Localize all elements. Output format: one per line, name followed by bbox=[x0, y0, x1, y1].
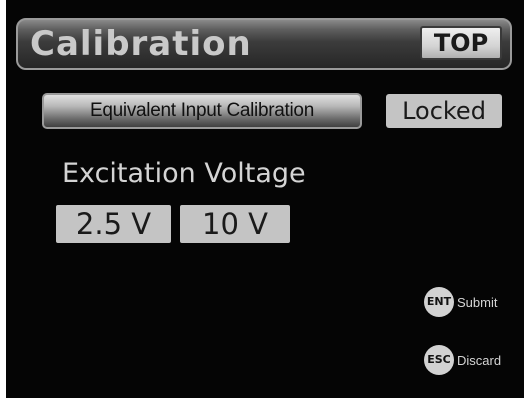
voltage-option-2-5v-button[interactable]: 2.5 V bbox=[56, 205, 171, 243]
device-screen: Calibration TOP Equivalent Input Calibra… bbox=[6, 0, 524, 398]
page-title: Calibration bbox=[30, 24, 252, 64]
discard-hint[interactable]: ESC Discard bbox=[424, 344, 501, 376]
ent-key-icon[interactable]: ENT bbox=[424, 287, 454, 317]
equivalent-input-calibration-button[interactable]: Equivalent Input Calibration bbox=[42, 93, 362, 129]
excitation-voltage-label: Excitation Voltage bbox=[62, 158, 306, 189]
title-bar: Calibration TOP bbox=[16, 18, 512, 70]
top-button[interactable]: TOP bbox=[420, 26, 502, 60]
voltage-option-10v-button[interactable]: 10 V bbox=[180, 205, 290, 243]
locked-status-badge: Locked bbox=[386, 94, 502, 128]
submit-hint[interactable]: ENT Submit bbox=[424, 286, 497, 318]
submit-label: Submit bbox=[457, 294, 498, 310]
esc-key-icon[interactable]: ESC bbox=[424, 345, 454, 375]
discard-label: Discard bbox=[457, 352, 502, 368]
